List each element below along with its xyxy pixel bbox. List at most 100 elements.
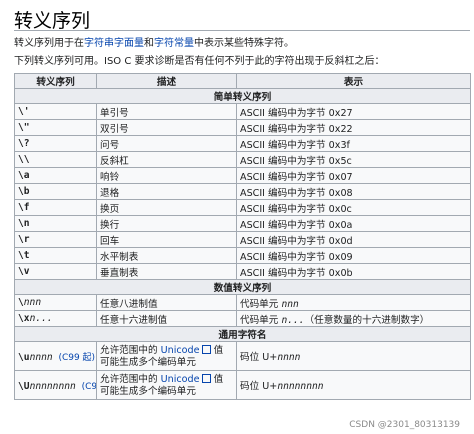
page-title: 转义序列 bbox=[14, 10, 91, 32]
rep-text: 码位 U+ bbox=[240, 381, 278, 392]
escape-variable: nnnnnnnn bbox=[29, 380, 76, 392]
table-row: \Unnnnnnnn (C99 起)允许范围中的 Unicode 值可能生成多个… bbox=[14, 370, 471, 400]
description-cell: 允许范围中的 Unicode 值可能生成多个编码单元 bbox=[96, 341, 237, 371]
representation-cell: 代码单元 n...（任意数量的十六进制数字） bbox=[236, 310, 471, 327]
desc-text: 值 bbox=[210, 373, 224, 385]
representation-cell: ASCII 编码中为字节 0x08 bbox=[236, 183, 471, 200]
representation-cell: ASCII 编码中为字节 0x5c bbox=[236, 151, 471, 168]
table-row: \r 回车 ASCII 编码中为字节 0x0d bbox=[14, 231, 471, 248]
representation-cell: ASCII 编码中为字节 0x22 bbox=[236, 119, 471, 136]
rep-variable: n... bbox=[281, 314, 305, 326]
representation-cell: ASCII 编码中为字节 0x0c bbox=[236, 199, 471, 216]
description-cell: 任意八进制值 bbox=[96, 294, 237, 311]
description-cell: 双引号 bbox=[96, 119, 237, 136]
intro-paragraph: 转义序列用于在字符串字面量和字符常量中表示某些特殊字符。 bbox=[14, 34, 294, 49]
desc-text: 值 bbox=[210, 344, 224, 356]
table-row: \" 双引号 ASCII 编码中为字节 0x22 bbox=[14, 119, 471, 136]
escape-variable: n... bbox=[29, 313, 53, 324]
table-row: \unnnn (C99 起) 允许范围中的 Unicode 值可能生成多个编码单元… bbox=[14, 341, 471, 371]
desc-text: 允许范围中的 bbox=[100, 344, 161, 356]
escape-prefix: \u bbox=[18, 351, 30, 363]
description-cell: 任意十六进制值 bbox=[96, 310, 237, 327]
intro-text-c: 中表示某些特殊字符。 bbox=[194, 38, 294, 49]
escape-variable: nnnn bbox=[29, 351, 53, 363]
escape-cell: \v bbox=[14, 263, 97, 280]
escape-cell: \r bbox=[14, 231, 97, 248]
table-header-row: 转义序列 描述 表示 bbox=[14, 73, 471, 89]
external-link-icon bbox=[201, 344, 211, 354]
description-cell: 换页 bbox=[96, 199, 237, 216]
escape-cell: \Unnnnnnnn (C99 起) bbox=[14, 370, 97, 400]
escape-cell: \' bbox=[14, 103, 97, 120]
representation-cell: ASCII 编码中为字节 0x09 bbox=[236, 247, 471, 264]
rep-variable: nnn bbox=[281, 298, 299, 310]
escape-prefix: \x bbox=[18, 313, 30, 324]
table-row: \\ 反斜杠 ASCII 编码中为字节 0x5c bbox=[14, 151, 471, 168]
representation-cell: ASCII 编码中为字节 0x07 bbox=[236, 167, 471, 184]
table-row: \nnn 任意八进制值 代码单元 nnn bbox=[14, 294, 471, 311]
header-representation: 表示 bbox=[236, 73, 471, 89]
string-literal-link[interactable]: 字符串字面量 bbox=[84, 38, 144, 49]
representation-cell: 码位 U+nnnnnnnn bbox=[236, 370, 471, 400]
escape-cell: \f bbox=[14, 199, 97, 216]
description-cell: 反斜杠 bbox=[96, 151, 237, 168]
representation-cell: ASCII 编码中为字节 0x0a bbox=[236, 215, 471, 232]
header-description: 描述 bbox=[96, 73, 237, 89]
representation-cell: 代码单元 nnn bbox=[236, 294, 471, 311]
escape-cell: \nnn bbox=[14, 294, 97, 311]
description-cell: 垂直制表 bbox=[96, 263, 237, 280]
description-cell: 问号 bbox=[96, 135, 237, 152]
section-numeric: 数值转义序列 bbox=[14, 279, 471, 295]
description-cell: 退格 bbox=[96, 183, 237, 200]
rep-variable: nnnn bbox=[277, 352, 301, 363]
table-row: \f 换页 ASCII 编码中为字节 0x0c bbox=[14, 199, 471, 216]
table-row: \v 垂直制表 ASCII 编码中为字节 0x0b bbox=[14, 263, 471, 280]
escape-cell: \a bbox=[14, 167, 97, 184]
escape-prefix: \U bbox=[18, 380, 30, 392]
escape-cell: \? bbox=[14, 135, 97, 152]
escape-cell: \t bbox=[14, 247, 97, 264]
escape-sequence-table: 转义序列 描述 表示 简单转义序列 \' 单引号 ASCII 编码中为字节 0x27… bbox=[14, 73, 471, 400]
unicode-link[interactable]: Unicode bbox=[161, 374, 200, 385]
table-row: \a 响铃 ASCII 编码中为字节 0x07 bbox=[14, 167, 471, 184]
description-cell: 水平制表 bbox=[96, 247, 237, 264]
since-c99-badge[interactable]: (C99 起) bbox=[82, 382, 96, 392]
unicode-link[interactable]: Unicode bbox=[161, 345, 200, 356]
watermark: CSDN @2301_80313139 bbox=[349, 420, 460, 430]
section-simple: 简单转义序列 bbox=[14, 88, 471, 104]
external-link-icon bbox=[201, 373, 211, 383]
intro-text-b: 和 bbox=[144, 38, 154, 49]
table-row: \n 换行 ASCII 编码中为字节 0x0a bbox=[14, 215, 471, 232]
intro-paragraph-2: 下列转义序列可用。ISO C 要求诊断是否有任何不列于此的字符出现于反斜杠之后： bbox=[14, 56, 385, 67]
since-c99-badge[interactable]: (C99 起) bbox=[58, 353, 95, 363]
table-row: \xn... 任意十六进制值 代码单元 n...（任意数量的十六进制数字） bbox=[14, 310, 471, 327]
representation-cell: ASCII 编码中为字节 0x0b bbox=[236, 263, 471, 280]
table-row: \b 退格 ASCII 编码中为字节 0x08 bbox=[14, 183, 471, 200]
representation-cell: ASCII 编码中为字节 0x0d bbox=[236, 231, 471, 248]
table-row: \' 单引号 ASCII 编码中为字节 0x27 bbox=[14, 103, 471, 120]
section-universal: 通用字符名 bbox=[14, 326, 471, 342]
rep-variable: nnnnnnnn bbox=[277, 381, 324, 392]
escape-variable: nnn bbox=[23, 297, 42, 308]
escape-cell: \" bbox=[14, 119, 97, 136]
table-row: \t 水平制表 ASCII 编码中为字节 0x09 bbox=[14, 247, 471, 264]
description-cell: 单引号 bbox=[96, 103, 237, 120]
description-cell: 回车 bbox=[96, 231, 237, 248]
header-escape: 转义序列 bbox=[14, 73, 97, 89]
description-cell: 响铃 bbox=[96, 167, 237, 184]
description-cell: 允许范围中的 Unicode 值可能生成多个编码单元 bbox=[96, 370, 237, 400]
char-constant-link[interactable]: 字符常量 bbox=[154, 38, 194, 49]
rep-text: 代码单元 bbox=[240, 314, 282, 326]
escape-cell: \b bbox=[14, 183, 97, 200]
escape-cell: \unnnn (C99 起) bbox=[14, 341, 97, 371]
escape-cell: \xn... bbox=[14, 310, 97, 327]
representation-cell: ASCII 编码中为字节 0x3f bbox=[236, 135, 471, 152]
rep-text: 码位 U+ bbox=[240, 352, 278, 363]
desc-text: 可能生成多个编码单元 bbox=[100, 385, 196, 397]
escape-cell: \n bbox=[14, 215, 97, 232]
table-row: \? 问号 ASCII 编码中为字节 0x3f bbox=[14, 135, 471, 152]
representation-cell: ASCII 编码中为字节 0x27 bbox=[236, 103, 471, 120]
rep-text: 代码单元 bbox=[240, 298, 282, 310]
desc-text: 可能生成多个编码单元 bbox=[100, 356, 196, 368]
rep-tail: （任意数量的十六进制数字） bbox=[304, 314, 430, 326]
